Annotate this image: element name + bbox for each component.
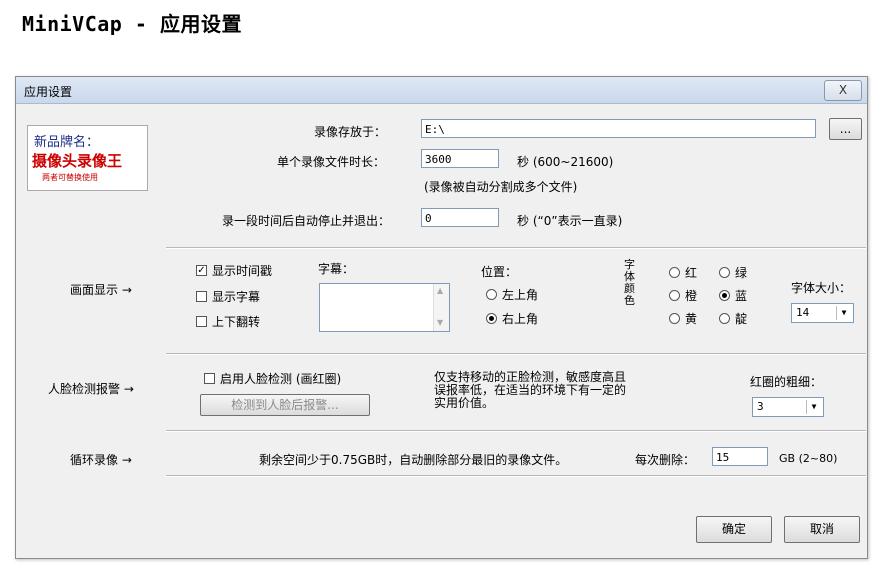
color-orange-radio[interactable] xyxy=(669,290,680,301)
duration-field[interactable]: 3600 xyxy=(421,149,499,168)
scroll-up-icon: ▲ xyxy=(437,286,444,295)
font-size-select[interactable]: 14 ▼ xyxy=(791,303,854,323)
face-detect-label: 启用人脸检测 (画红圈) xyxy=(220,372,342,386)
pos-topleft-label: 左上角 xyxy=(502,288,539,302)
autostop-label: 录一段时间后自动停止并退出： xyxy=(222,214,391,228)
color-green-label: 绿 xyxy=(735,266,748,280)
color-indigo-label: 靛 xyxy=(735,312,748,326)
color-blue-radio[interactable] xyxy=(719,290,730,301)
brand-box: 新品牌名： 摄像头录像王 两者可替换使用 xyxy=(27,125,148,191)
browse-button[interactable]: ... xyxy=(829,118,862,140)
divider xyxy=(166,475,866,477)
color-orange-label: 橙 xyxy=(685,289,698,303)
chevron-down-icon: ▼ xyxy=(806,400,821,414)
color-yellow-label: 黄 xyxy=(685,312,698,326)
delete-amount-label: 每次删除： xyxy=(635,453,696,467)
show-caption-label: 显示字幕 xyxy=(212,290,261,304)
flip-label: 上下翻转 xyxy=(212,315,261,329)
side-label-loop: 循环录像 → xyxy=(70,453,132,467)
content-panel: 录像存放于： E:\ ... 单个录像文件时长： 3600 秒 (600~216… xyxy=(166,105,866,557)
page-title: MiniVCap - 应用设置 xyxy=(22,12,242,36)
caption-textarea[interactable]: ▲ ▼ xyxy=(319,283,450,332)
loop-description: 剩余空间少于0.75GB时，自动删除部分最旧的录像文件。 xyxy=(259,453,568,467)
brand-line3: 两者可替换使用 xyxy=(42,173,98,182)
color-green-radio[interactable] xyxy=(719,267,730,278)
dialog-title: 应用设置 xyxy=(24,85,73,99)
pos-topright-label: 右上角 xyxy=(502,312,539,326)
color-yellow-radio[interactable] xyxy=(669,313,680,324)
scroll-down-icon: ▼ xyxy=(437,318,444,327)
divider xyxy=(166,247,866,249)
left-panel: 新品牌名： 摄像头录像王 两者可替换使用 画面显示 → 人脸检测报警 → 循环录… xyxy=(16,105,161,557)
flip-checkbox[interactable] xyxy=(196,316,207,327)
save-path-field[interactable]: E:\ xyxy=(421,119,816,138)
caption-scrollbar[interactable]: ▲ ▼ xyxy=(433,284,449,331)
face-note: 仅支持移动的正脸检测，敏感度高且误报率低，在适当的环境下有一定的实用价值。 xyxy=(434,370,627,410)
side-label-face: 人脸检测报警 → xyxy=(48,382,134,396)
duration-unit: 秒 (600~21600) xyxy=(517,155,614,169)
close-button[interactable]: X xyxy=(824,80,862,101)
pos-topright-radio[interactable] xyxy=(486,313,497,324)
show-time-checkbox[interactable]: ✓ xyxy=(196,265,207,276)
side-label-display: 画面显示 → xyxy=(70,283,132,297)
cancel-button[interactable]: 取消 xyxy=(784,516,860,543)
delete-amount-field[interactable]: 15 xyxy=(712,447,768,466)
divider xyxy=(166,430,866,432)
duration-note: (录像被自动分割成多个文件) xyxy=(424,180,578,194)
show-caption-checkbox[interactable] xyxy=(196,291,207,302)
circle-width-select[interactable]: 3 ▼ xyxy=(752,397,824,417)
show-time-label: 显示时间戳 xyxy=(212,264,273,278)
circle-width-value: 3 xyxy=(757,400,764,413)
autostop-field[interactable]: 0 xyxy=(421,208,499,227)
color-red-label: 红 xyxy=(685,266,698,280)
ok-button[interactable]: 确定 xyxy=(696,516,772,543)
font-size-value: 14 xyxy=(796,306,810,319)
circle-width-label: 红圈的粗细： xyxy=(750,375,823,389)
position-label: 位置： xyxy=(481,265,518,279)
divider xyxy=(166,353,866,355)
face-alarm-button[interactable]: 检测到人脸后报警... xyxy=(200,394,370,416)
font-color-label: 字体颜色 xyxy=(624,258,635,307)
dialog-titlebar[interactable]: 应用设置 X xyxy=(16,77,867,104)
autostop-unit: 秒 (“0”表示一直录) xyxy=(517,214,623,228)
pos-topleft-radio[interactable] xyxy=(486,289,497,300)
duration-label: 单个录像文件时长： xyxy=(277,155,386,169)
brand-line1: 新品牌名： xyxy=(34,135,100,150)
font-size-label: 字体大小： xyxy=(791,281,852,295)
settings-dialog: 应用设置 X 新品牌名： 摄像头录像王 两者可替换使用 画面显示 → 人脸检测报… xyxy=(15,76,868,559)
face-detect-checkbox[interactable] xyxy=(204,373,215,384)
save-path-label: 录像存放于： xyxy=(314,125,387,139)
caption-label: 字幕： xyxy=(318,262,355,276)
delete-amount-unit: GB (2~80) xyxy=(779,452,838,465)
color-red-radio[interactable] xyxy=(669,267,680,278)
close-icon: X xyxy=(838,83,848,97)
chevron-down-icon: ▼ xyxy=(836,306,851,320)
brand-line2: 摄像头录像王 xyxy=(32,152,123,170)
color-indigo-radio[interactable] xyxy=(719,313,730,324)
color-blue-label: 蓝 xyxy=(735,289,748,303)
